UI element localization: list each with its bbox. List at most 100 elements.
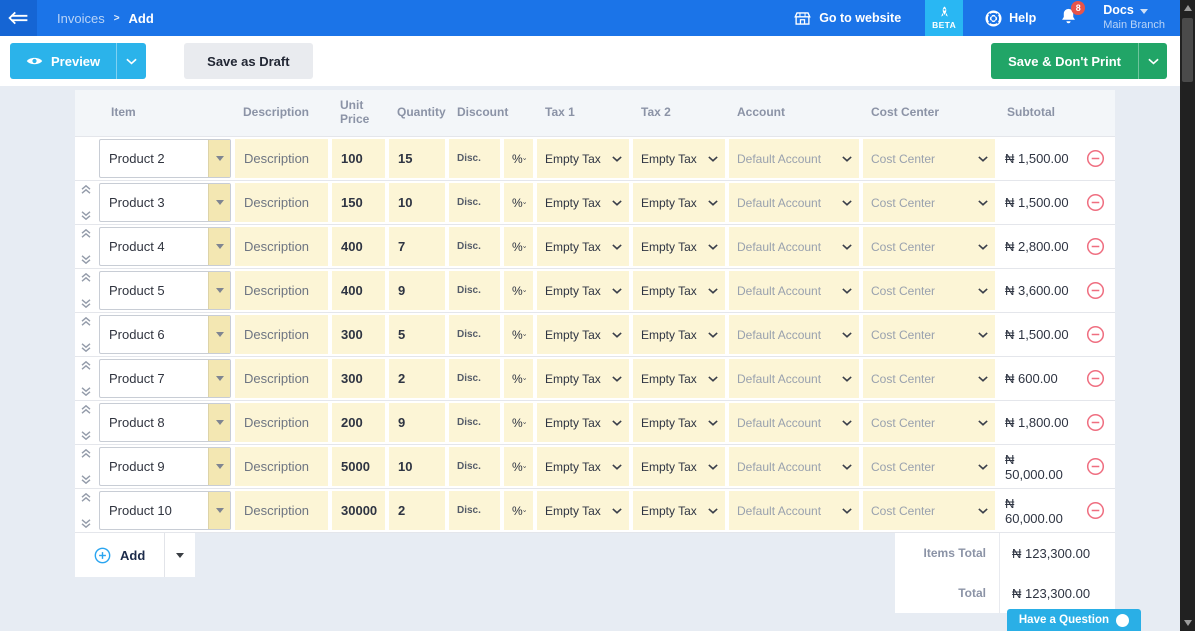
description-input[interactable]: Description: [235, 447, 328, 486]
discount-input[interactable]: Disc.: [449, 403, 500, 442]
quantity-input[interactable]: 2: [389, 491, 445, 530]
description-input[interactable]: Description: [235, 227, 328, 266]
tax2-select[interactable]: Empty Tax: [633, 315, 725, 354]
discount-input[interactable]: Disc.: [449, 447, 500, 486]
tax1-select[interactable]: Empty Tax: [537, 359, 629, 398]
item-dropdown-icon[interactable]: [208, 492, 230, 529]
item-select[interactable]: Product 5: [99, 271, 231, 310]
item-select[interactable]: Product 7: [99, 359, 231, 398]
description-input[interactable]: Description: [235, 403, 328, 442]
save-dont-print-button[interactable]: Save & Don't Print: [991, 43, 1138, 79]
item-dropdown-icon[interactable]: [208, 404, 230, 441]
delete-row-button[interactable]: [1086, 369, 1105, 388]
account-select[interactable]: Default Account: [729, 227, 859, 266]
description-input[interactable]: Description: [235, 271, 328, 310]
delete-row-button[interactable]: [1086, 237, 1105, 256]
have-a-question-button[interactable]: Have a Question ?: [1007, 609, 1141, 631]
move-row-down-icon[interactable]: [81, 519, 92, 528]
tax1-select[interactable]: Empty Tax: [537, 271, 629, 310]
item-dropdown-icon[interactable]: [208, 272, 230, 309]
cost-center-select[interactable]: Cost Center: [863, 271, 995, 310]
back-button[interactable]: [0, 0, 37, 36]
tax2-select[interactable]: Empty Tax: [633, 183, 725, 222]
notifications-button[interactable]: 8: [1060, 7, 1077, 30]
discount-type-select[interactable]: %: [504, 315, 533, 354]
cost-center-select[interactable]: Cost Center: [863, 227, 995, 266]
move-row-down-icon[interactable]: [81, 387, 92, 396]
delete-row-button[interactable]: [1086, 501, 1105, 520]
tax1-select[interactable]: Empty Tax: [537, 491, 629, 530]
move-row-up-icon[interactable]: [81, 361, 92, 370]
move-row-down-icon[interactable]: [81, 255, 92, 264]
move-row-down-icon[interactable]: [81, 299, 92, 308]
add-dropdown-button[interactable]: [164, 533, 195, 577]
vertical-scrollbar[interactable]: [1180, 0, 1195, 631]
cost-center-select[interactable]: Cost Center: [863, 315, 995, 354]
quantity-input[interactable]: 9: [389, 271, 445, 310]
tax2-select[interactable]: Empty Tax: [633, 491, 725, 530]
move-row-down-icon[interactable]: [81, 431, 92, 440]
unit-price-input[interactable]: 100: [332, 139, 385, 178]
add-item-button[interactable]: Add: [75, 533, 164, 577]
discount-type-select[interactable]: %: [504, 183, 533, 222]
delete-row-button[interactable]: [1086, 281, 1105, 300]
go-to-website-link[interactable]: Go to website: [794, 11, 901, 26]
tax1-select[interactable]: Empty Tax: [537, 227, 629, 266]
quantity-input[interactable]: 2: [389, 359, 445, 398]
delete-row-button[interactable]: [1086, 149, 1105, 168]
move-row-up-icon[interactable]: [81, 493, 92, 502]
move-row-down-icon[interactable]: [81, 343, 92, 352]
item-dropdown-icon[interactable]: [208, 360, 230, 397]
item-select[interactable]: Product 4: [99, 227, 231, 266]
account-select[interactable]: Default Account: [729, 315, 859, 354]
discount-input[interactable]: Disc.: [449, 359, 500, 398]
cost-center-select[interactable]: Cost Center: [863, 447, 995, 486]
save-dropdown-button[interactable]: [1138, 43, 1167, 79]
account-select[interactable]: Default Account: [729, 359, 859, 398]
cost-center-select[interactable]: Cost Center: [863, 359, 995, 398]
unit-price-input[interactable]: 400: [332, 271, 385, 310]
move-row-down-icon[interactable]: [81, 211, 92, 220]
account-select[interactable]: Default Account: [729, 491, 859, 530]
cost-center-select[interactable]: Cost Center: [863, 491, 995, 530]
unit-price-input[interactable]: 200: [332, 403, 385, 442]
move-row-up-icon[interactable]: [81, 229, 92, 238]
delete-row-button[interactable]: [1086, 413, 1105, 432]
move-row-up-icon[interactable]: [81, 185, 92, 194]
item-select[interactable]: Product 3: [99, 183, 231, 222]
quantity-input[interactable]: 10: [389, 447, 445, 486]
tax2-select[interactable]: Empty Tax: [633, 227, 725, 266]
tax1-select[interactable]: Empty Tax: [537, 139, 629, 178]
unit-price-input[interactable]: 300: [332, 359, 385, 398]
discount-type-select[interactable]: %: [504, 447, 533, 486]
description-input[interactable]: Description: [235, 315, 328, 354]
tax1-select[interactable]: Empty Tax: [537, 315, 629, 354]
unit-price-input[interactable]: 30000: [332, 491, 385, 530]
item-dropdown-icon[interactable]: [208, 184, 230, 221]
description-input[interactable]: Description: [235, 183, 328, 222]
cost-center-select[interactable]: Cost Center: [863, 139, 995, 178]
discount-type-select[interactable]: %: [504, 403, 533, 442]
item-dropdown-icon[interactable]: [208, 448, 230, 485]
discount-type-select[interactable]: %: [504, 227, 533, 266]
description-input[interactable]: Description: [235, 359, 328, 398]
preview-dropdown-button[interactable]: [116, 43, 146, 79]
item-select[interactable]: Product 9: [99, 447, 231, 486]
breadcrumb-invoices[interactable]: Invoices: [57, 11, 105, 26]
item-dropdown-icon[interactable]: [208, 316, 230, 353]
move-row-up-icon[interactable]: [81, 273, 92, 282]
description-input[interactable]: Description: [235, 139, 328, 178]
quantity-input[interactable]: 9: [389, 403, 445, 442]
move-row-up-icon[interactable]: [81, 405, 92, 414]
quantity-input[interactable]: 10: [389, 183, 445, 222]
unit-price-input[interactable]: 400: [332, 227, 385, 266]
quantity-input[interactable]: 7: [389, 227, 445, 266]
unit-price-input[interactable]: 150: [332, 183, 385, 222]
unit-price-input[interactable]: 300: [332, 315, 385, 354]
tax2-select[interactable]: Empty Tax: [633, 403, 725, 442]
item-select[interactable]: Product 6: [99, 315, 231, 354]
cost-center-select[interactable]: Cost Center: [863, 183, 995, 222]
delete-row-button[interactable]: [1086, 325, 1105, 344]
tax2-select[interactable]: Empty Tax: [633, 139, 725, 178]
item-dropdown-icon[interactable]: [208, 140, 230, 177]
